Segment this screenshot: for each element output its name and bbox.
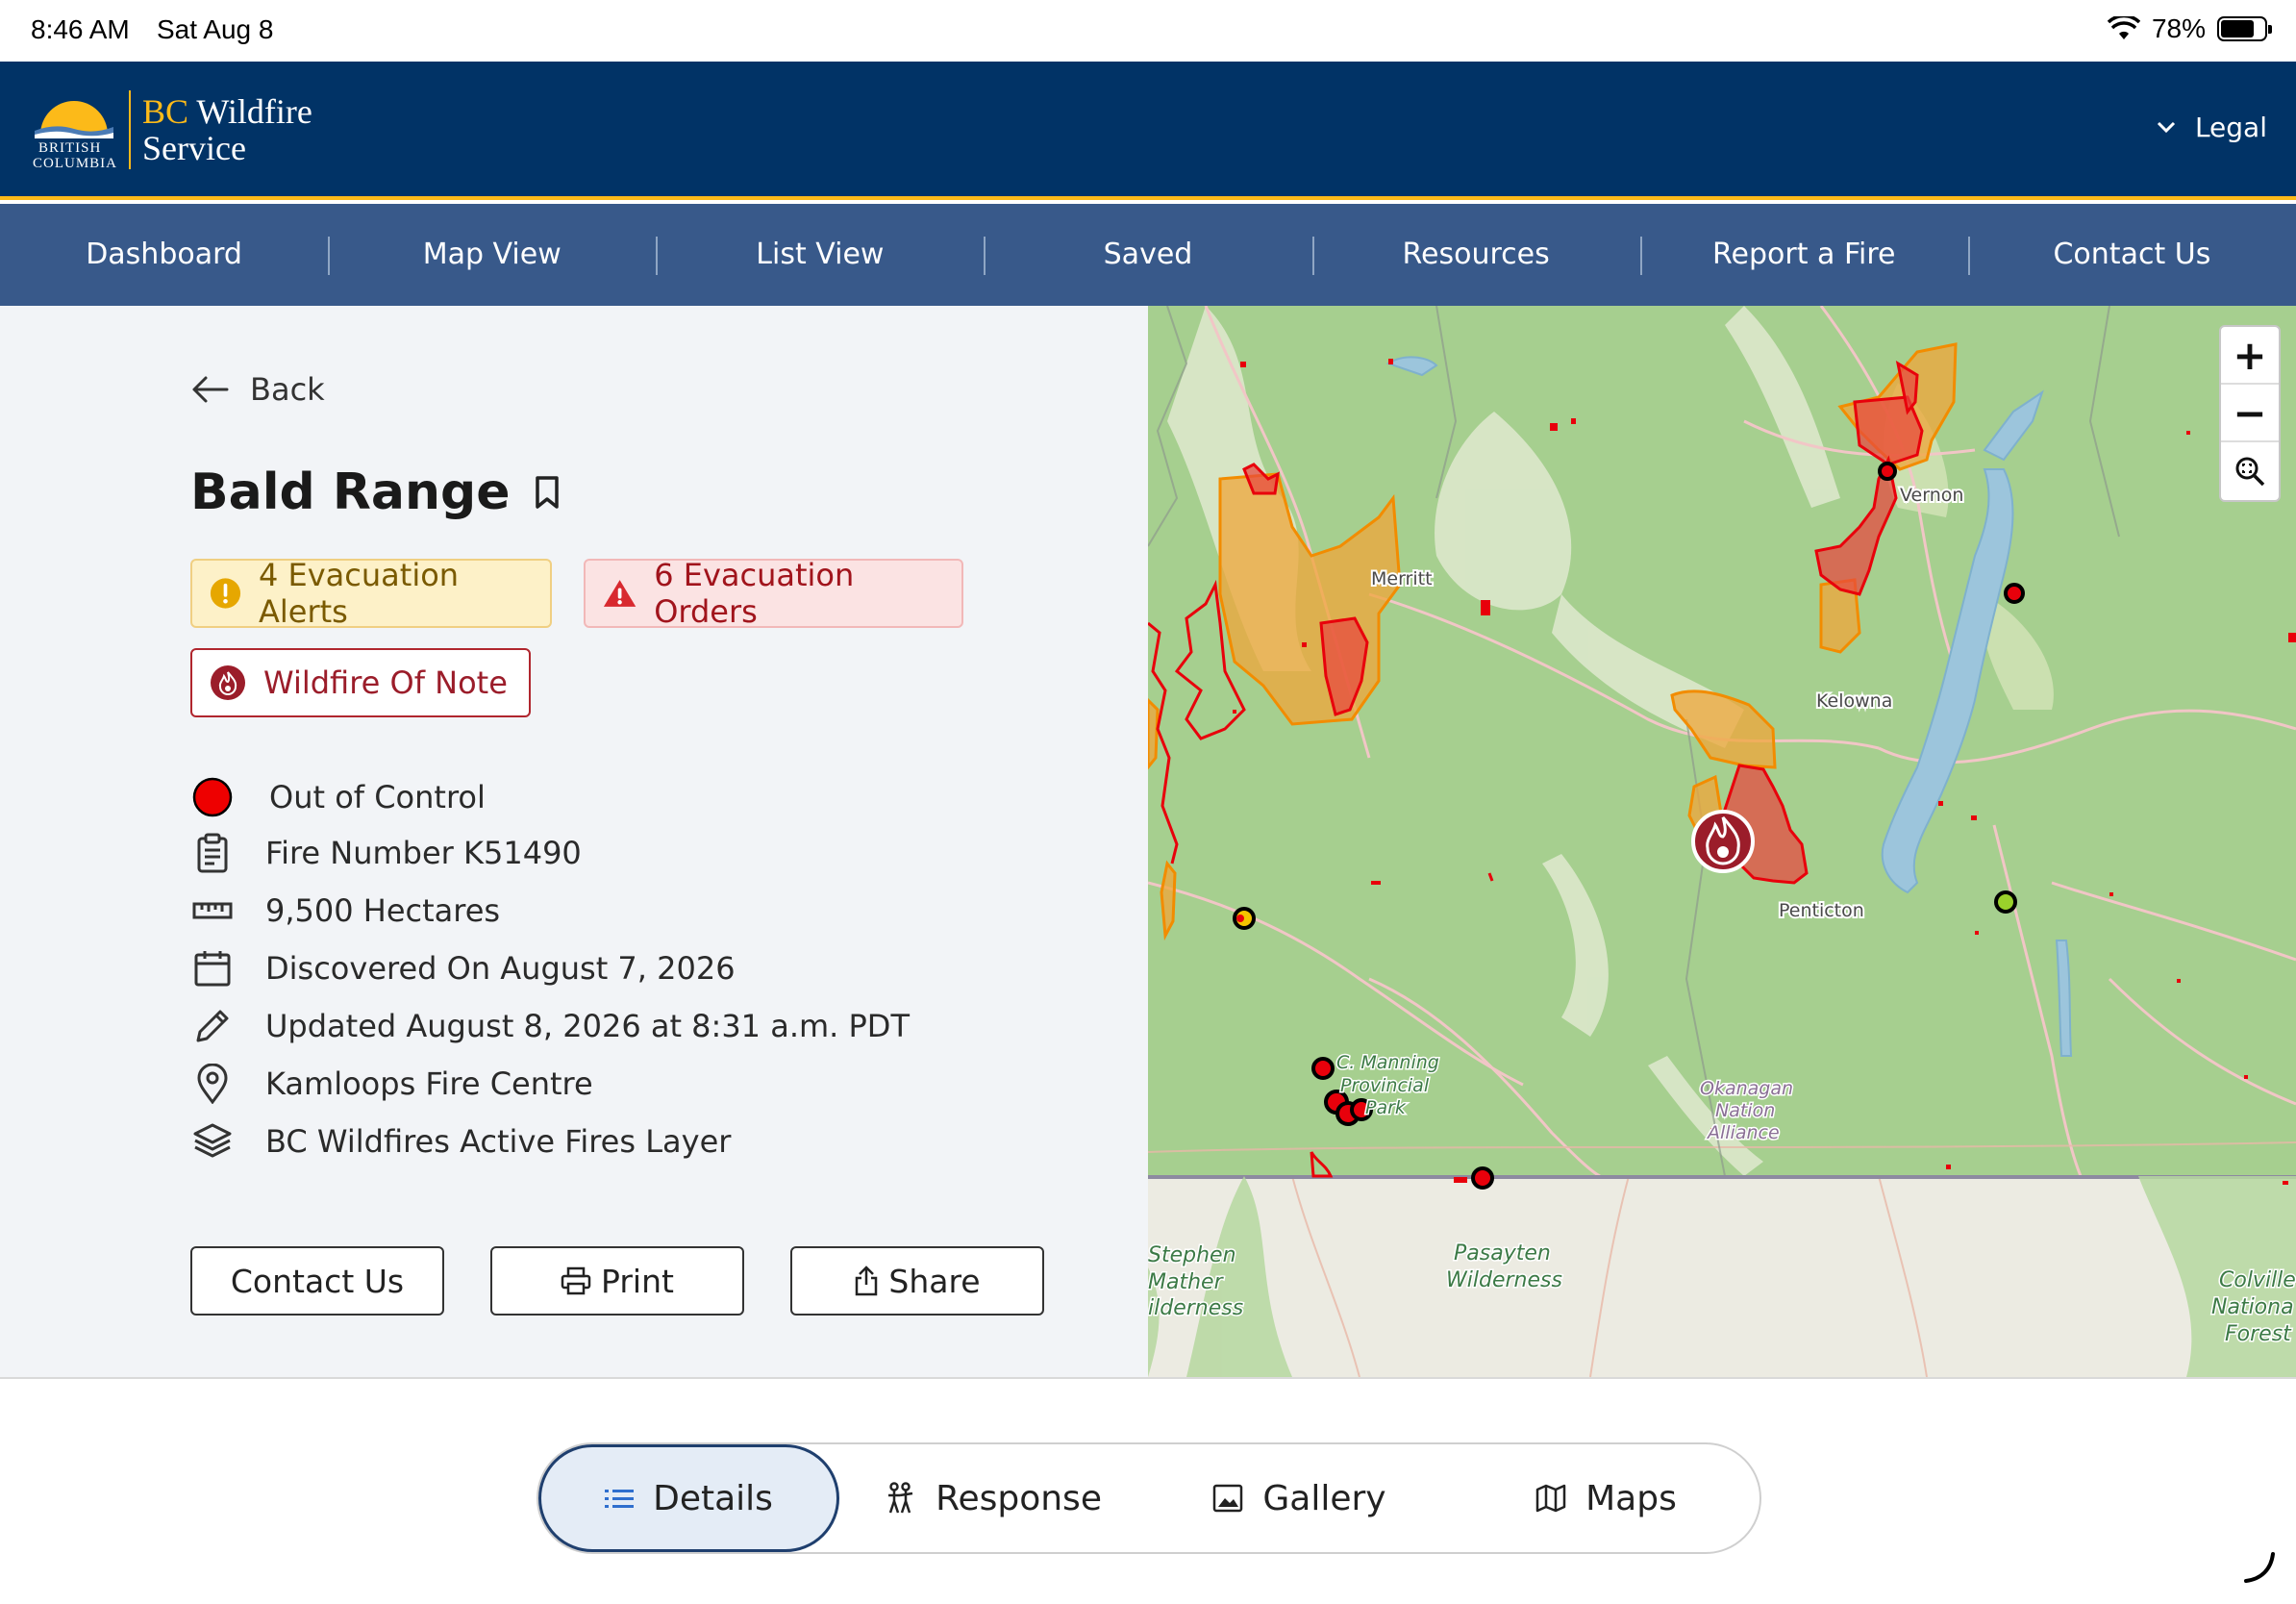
nav-map-view[interactable]: Map View [328, 204, 656, 306]
map-label-pasayten-2: Wilderness [1446, 1268, 1562, 1292]
image-icon [1213, 1484, 1243, 1513]
wildfire-of-note-marker[interactable] [1691, 810, 1755, 873]
brand-text: BC Wildfire Service [142, 93, 312, 166]
map-label-merritt: Merritt [1371, 568, 1433, 589]
chevron-down-icon [2157, 121, 2176, 133]
location-pin-icon [190, 1062, 235, 1106]
info-fire-centre: Kamloops Fire Centre [190, 1062, 593, 1106]
share-icon [856, 1266, 878, 1296]
map-label-stephen-3: ilderness [1148, 1296, 1243, 1320]
evacuation-orders-badge[interactable]: 6 Evacuation Orders [584, 557, 963, 630]
tab-response[interactable]: Response [839, 1444, 1146, 1552]
tab-gallery[interactable]: Gallery [1146, 1444, 1453, 1552]
map-label-okanagan-1: Okanagan [1700, 1078, 1793, 1099]
info-fire-number: Fire Number K51490 [190, 831, 582, 875]
clipboard-icon [190, 831, 235, 875]
map-label-kelowna: Kelowna [1816, 690, 1892, 712]
nav-saved[interactable]: Saved [984, 204, 1311, 306]
list-icon [605, 1490, 635, 1508]
back-label: Back [250, 371, 325, 408]
share-button[interactable]: Share [790, 1246, 1044, 1316]
logo-columbia: COLUMBIA [33, 156, 118, 171]
layers-icon [190, 1119, 235, 1164]
wildfire-of-note-badge[interactable]: Wildfire Of Note [190, 648, 531, 717]
bottom-area: Details Response Gallery Maps [0, 1377, 2296, 1604]
fire-map[interactable]: Merritt Vernon Kelowna Penticton C. Mann… [1148, 306, 2296, 1377]
map-label-pasayten-1: Pasayten [1454, 1241, 1551, 1266]
battery-icon [2217, 16, 2272, 41]
map-label-colville-1: Colville [2219, 1268, 2296, 1292]
map-label-manning-1: C. Manning [1336, 1052, 1439, 1073]
wildfire-of-note-label: Wildfire Of Note [263, 664, 508, 701]
brand-wildfire: Wildfire [196, 92, 312, 131]
evacuation-alerts-badge[interactable]: 4 Evacuation Alerts [190, 557, 552, 630]
tab-details[interactable]: Details [538, 1444, 840, 1552]
nav-report-a-fire[interactable]: Report a Fire [1639, 204, 1968, 306]
map-label-okanagan-3: Alliance [1706, 1122, 1780, 1143]
bookmark-icon[interactable] [534, 475, 561, 510]
map-label-colville-2: Nationa [2211, 1295, 2294, 1319]
calendar-icon [190, 946, 235, 990]
brand-bc: BC [142, 92, 189, 131]
print-button[interactable]: Print [490, 1246, 744, 1316]
status-bar: 8:46 AM Sat Aug 8 78% [0, 0, 2296, 62]
map-icon [1535, 1484, 1566, 1513]
info-updated: Updated August 8, 2026 at 8:31 a.m. PDT [190, 1004, 910, 1048]
map-label-vernon: Vernon [1900, 485, 1963, 506]
tab-maps[interactable]: Maps [1453, 1444, 1759, 1552]
magnifier-icon [2235, 457, 2265, 487]
brand-service: Service [142, 129, 246, 167]
map-label-penticton: Penticton [1779, 900, 1864, 921]
wifi-icon [2107, 16, 2140, 39]
bc-sun-crest-icon: BRITISH COLUMBIA [31, 90, 118, 171]
status-date: Sat Aug 8 [157, 14, 274, 44]
map-label-okanagan-2: Nation [1715, 1100, 1775, 1121]
printer-icon [561, 1266, 591, 1295]
map-label-stephen-1: Stephen [1148, 1243, 1236, 1267]
nav-list-view[interactable]: List View [656, 204, 984, 306]
fire-details-panel: Back Bald Range 4 Evacuation Alerts 6 Ev… [0, 306, 1148, 1377]
resize-corner-icon [2244, 1552, 2275, 1583]
bc-wildfire-logo[interactable]: BRITISH COLUMBIA BC Wildfire Service [31, 90, 312, 171]
fire-of-note-icon [211, 665, 245, 700]
zoom-in-button[interactable]: + [2221, 327, 2279, 385]
detail-tabs: Details Response Gallery Maps [537, 1442, 1761, 1554]
site-header: BRITISH COLUMBIA BC Wildfire Service Leg… [0, 62, 2296, 200]
map-label-colville-3: Forest [2225, 1322, 2292, 1346]
map-zoom-controls: + − [2219, 325, 2281, 502]
battery-percent: 78% [2151, 13, 2206, 43]
ruler-icon [190, 889, 235, 933]
map-label-manning-3: Park [1365, 1097, 1407, 1118]
info-discovered: Discovered On August 7, 2026 [190, 946, 736, 990]
firefighters-icon [888, 1482, 913, 1514]
out-of-control-dot-icon [190, 775, 235, 819]
map-canvas[interactable]: Merritt Vernon Kelowna Penticton C. Mann… [1148, 306, 2296, 1377]
warning-triangle-icon [603, 580, 636, 607]
legal-label: Legal [2194, 112, 2267, 143]
info-layer: BC Wildfires Active Fires Layer [190, 1119, 731, 1164]
main-nav: Dashboard Map View List View Saved Resou… [0, 204, 2296, 306]
contact-us-button[interactable]: Contact Us [190, 1246, 444, 1316]
map-label-manning-2: Provincial [1340, 1075, 1430, 1096]
info-status: Out of Control [190, 775, 486, 819]
arrow-left-icon [192, 376, 229, 403]
map-label-stephen-2: Mather [1148, 1270, 1225, 1294]
logo-british: BRITISH [38, 140, 102, 156]
zoom-to-fit-button[interactable] [2221, 442, 2279, 500]
fire-name-title: Bald Range [190, 464, 511, 521]
back-button[interactable]: Back [190, 371, 325, 408]
zoom-out-button[interactable]: − [2221, 385, 2279, 442]
nav-dashboard[interactable]: Dashboard [0, 204, 328, 306]
evacuation-orders-label: 6 Evacuation Orders [654, 557, 855, 630]
nav-contact-us[interactable]: Contact Us [1967, 204, 2296, 306]
warning-circle-icon [210, 578, 241, 609]
status-time: 8:46 AM [31, 14, 130, 44]
evacuation-alerts-label: 4 Evacuation Alerts [258, 557, 460, 630]
legal-menu[interactable]: Legal [2157, 112, 2267, 143]
nav-resources[interactable]: Resources [1311, 204, 1640, 306]
pencil-icon [190, 1004, 235, 1048]
info-size: 9,500 Hectares [190, 889, 500, 933]
